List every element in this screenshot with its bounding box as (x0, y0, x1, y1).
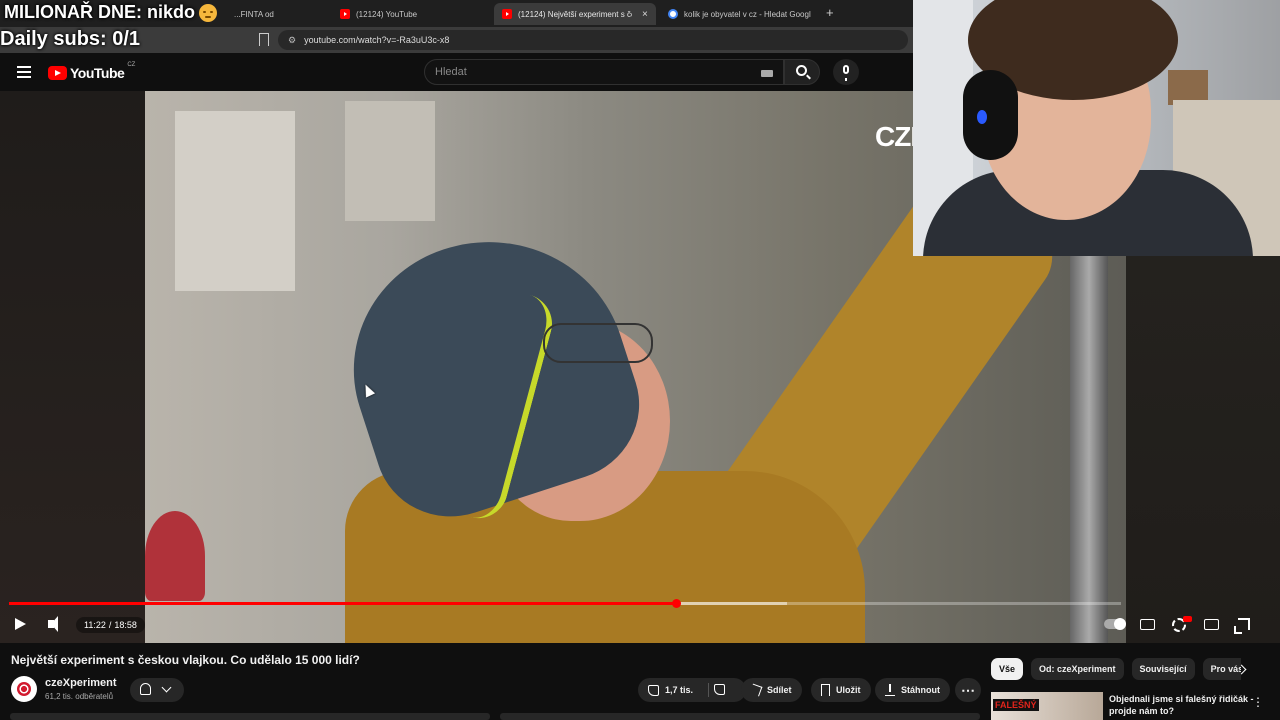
save-icon (821, 684, 830, 696)
like-count: 1,7 tis. (665, 685, 694, 695)
download-button[interactable]: Stáhnout (875, 678, 950, 702)
search-input[interactable] (435, 66, 735, 78)
thumbnail-label: FALEŠNÝ (993, 699, 1039, 711)
player-controls: 11:22 / 18:58 (0, 610, 1280, 638)
site-info-icon[interactable]: ⚙ (288, 35, 296, 46)
video-letterbox-left (0, 91, 145, 643)
like-button[interactable]: 1,7 tis. (638, 678, 746, 702)
streamer-webcam (913, 0, 1280, 256)
country-code: CZ (127, 62, 136, 68)
search-icon (796, 65, 807, 76)
recommended-video-title[interactable]: Objednali jsme si falešný řidičák - proj… (1109, 693, 1254, 717)
current-time: 11:22 (84, 620, 106, 630)
bookmark-icon[interactable] (259, 33, 269, 46)
google-favicon-icon (668, 9, 678, 19)
chevron-down-icon (161, 682, 172, 693)
autoplay-toggle-icon[interactable] (1104, 618, 1126, 630)
voice-search-button[interactable] (833, 59, 859, 85)
time-display: 11:22 / 18:58 (76, 617, 145, 633)
glasses (543, 323, 653, 363)
headphones-icon (963, 70, 1018, 160)
share-icon (749, 683, 763, 697)
duration: 18:58 (114, 620, 137, 630)
hd-badge (1183, 616, 1192, 622)
share-button[interactable]: Sdílet (741, 678, 802, 702)
browser-tab-label: (12124) YouTube (356, 9, 418, 19)
screen: ...FINTA od (12124) YouTube (12124) Nejv… (0, 0, 1280, 720)
more-actions-button[interactable]: ⋯ (955, 678, 981, 702)
new-tab-button[interactable]: + (826, 5, 834, 20)
recommendation-filter-chips: Vše Od: czeXperiment Související Pro vás (991, 658, 1241, 680)
youtube-logo-icon (48, 66, 67, 80)
time-separator: / (108, 620, 112, 630)
browser-tab-active[interactable]: (12124) Největší experiment s če × (494, 3, 656, 25)
browser-tab-label: kolik je obyvatel v cz - Hledat Googl (684, 9, 811, 19)
save-label: Uložit (836, 685, 861, 695)
content-placeholder (500, 713, 980, 720)
progress-bar[interactable] (9, 599, 1121, 608)
chip-related[interactable]: Související (1131, 658, 1195, 680)
relieved-emoji-icon (199, 3, 217, 22)
browser-tab[interactable]: ...FINTA od (226, 3, 330, 25)
miniplayer-icon[interactable] (1204, 619, 1219, 630)
url-text: youtube.com/watch?v=-Ra3uU3c-x8 (304, 35, 450, 45)
play-icon[interactable] (15, 618, 26, 630)
bell-icon (140, 683, 151, 695)
content-placeholder (10, 713, 490, 720)
share-label: Sdílet (767, 685, 792, 695)
channel-avatar[interactable] (11, 676, 37, 702)
youtube-logo-text: YouTube (70, 65, 125, 81)
video-title: Největší experiment s českou vlajkou. Co… (11, 653, 360, 667)
chip-all[interactable]: Vše (991, 658, 1024, 680)
thumbs-down-icon[interactable] (714, 684, 725, 695)
url-field[interactable]: ⚙ youtube.com/watch?v=-Ra3uU3c-x8 (278, 30, 908, 50)
keyboard-icon[interactable] (761, 70, 773, 77)
volume-icon[interactable] (48, 616, 58, 632)
background-person (145, 511, 205, 601)
youtube-logo[interactable]: YouTube CZ (48, 62, 136, 81)
more-options-icon[interactable]: ⋮ (1252, 695, 1264, 709)
notifications-button[interactable] (130, 678, 184, 702)
flag-pole (1070, 251, 1108, 643)
youtube-favicon-icon (340, 9, 350, 19)
menu-icon[interactable] (17, 66, 31, 78)
browser-tab-label: ...FINTA od (234, 9, 274, 19)
chip-from-channel[interactable]: Od: czeXperiment (1031, 658, 1124, 680)
microphone-icon (843, 65, 849, 81)
channel-name[interactable]: czeXperiment (45, 677, 117, 689)
search-box (424, 59, 784, 85)
stream-overlay-daily-subs: Daily subs: 0/1 (0, 28, 141, 50)
youtube-favicon-icon (502, 9, 512, 19)
browser-tab[interactable]: (12124) YouTube (332, 3, 492, 25)
fullscreen-icon[interactable] (1234, 618, 1250, 634)
subscriber-count: 61,2 tis. odběratelů (45, 692, 114, 701)
subtitles-icon[interactable] (1140, 619, 1155, 630)
background-window (175, 111, 295, 291)
search-button[interactable] (784, 59, 820, 85)
progress-played (9, 602, 677, 605)
millionaire-text: MILIONAŘ DNE: nikdo (4, 2, 195, 22)
stream-overlay-millionaire: MILIONAŘ DNE: nikdo (4, 2, 217, 23)
channel-logo-icon (17, 682, 31, 696)
like-divider (708, 683, 709, 697)
background-window (345, 101, 435, 221)
recommended-video-thumbnail[interactable]: FALEŠNÝ (991, 692, 1103, 720)
browser-tab-label: (12124) Největší experiment s če (518, 9, 632, 19)
download-label: Stáhnout (901, 685, 940, 695)
thumbs-up-icon (648, 684, 659, 696)
download-icon (885, 684, 895, 696)
close-tab-icon[interactable]: × (642, 9, 648, 20)
browser-tab[interactable]: kolik je obyvatel v cz - Hledat Googl (660, 3, 820, 25)
save-button[interactable]: Uložit (811, 678, 871, 702)
